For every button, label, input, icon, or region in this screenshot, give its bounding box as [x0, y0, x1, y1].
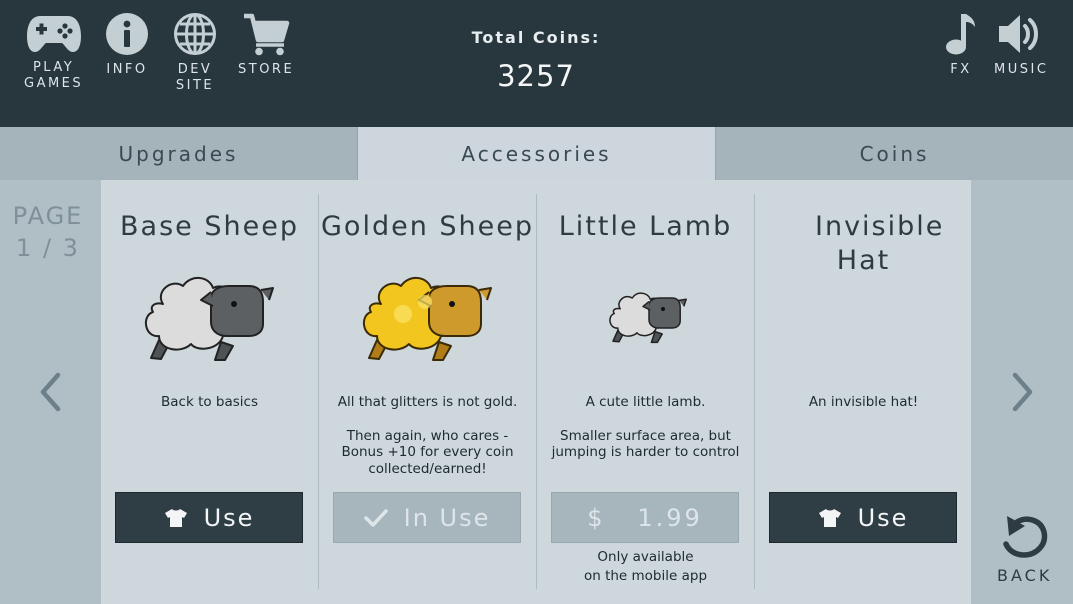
store-tabs: Upgrades Accessories Coins — [0, 127, 1073, 180]
play-games-label: PLAY GAMES — [24, 60, 84, 91]
shirt-icon — [164, 508, 187, 527]
play-games-button[interactable]: PLAY GAMES — [24, 12, 83, 92]
golden-sheep-image — [362, 277, 492, 361]
info-icon — [106, 13, 148, 55]
total-coins: Total Coins: 3257 — [400, 28, 672, 93]
item-name: Golden Sheep — [321, 211, 534, 242]
item-desc-line2: Smaller surface area, but jumping is har… — [551, 427, 740, 461]
coins-title: Total Coins: — [471, 28, 601, 47]
music-button[interactable]: MUSIC — [994, 12, 1048, 78]
item-invisible-hat: Invisible Hat An invisible hat! Use — [755, 192, 972, 602]
price-label: $ 1.99 — [587, 503, 703, 532]
chevron-right-icon[interactable] — [1009, 370, 1037, 414]
info-button[interactable]: INFO — [105, 12, 149, 78]
globe-icon — [174, 13, 216, 55]
checkmark-icon — [363, 508, 388, 527]
page-indicator: PAGE 1 / 3 — [0, 200, 96, 264]
item-golden-sheep: Golden Sheep All that glitters is not go… — [319, 192, 536, 602]
page-label: PAGE — [12, 202, 84, 230]
lamb-image — [609, 292, 687, 344]
item-description: A cute little lamb. Smaller surface area… — [547, 394, 744, 461]
store-button[interactable]: STORE — [238, 12, 294, 78]
item-base-sheep: Base Sheep Back to basics Use — [101, 192, 318, 602]
item-description: Back to basics — [111, 394, 308, 411]
shirt-icon — [818, 508, 841, 527]
music-note-icon — [946, 14, 975, 55]
music-label: MUSIC — [994, 62, 1049, 77]
info-label: INFO — [106, 62, 148, 77]
in-use-label: In Use — [403, 503, 491, 532]
item-desc-line1: All that glitters is not gold. — [337, 394, 518, 410]
availability-note: Only available on the mobile app — [537, 548, 754, 586]
fx-label: FX — [950, 62, 972, 77]
white-sheep-image — [144, 277, 274, 361]
gamepad-icon — [26, 16, 81, 52]
fx-button[interactable]: FX — [944, 12, 978, 78]
item-little-lamb: Little Lamb A cute little lamb. Smaller … — [537, 192, 754, 602]
item-desc-line2: Then again, who cares - Bonus +10 for ev… — [341, 427, 514, 477]
tab-accessories[interactable]: Accessories — [358, 127, 716, 180]
item-desc-line1: Back to basics — [161, 394, 258, 410]
undo-arrow-icon — [1002, 516, 1047, 558]
in-use-button: In Use — [333, 492, 521, 543]
back-label: BACK — [997, 566, 1053, 585]
use-button-label: Use — [203, 503, 255, 532]
availability-line2: on the mobile app — [583, 568, 708, 584]
item-desc-line1: An invisible hat! — [808, 394, 919, 410]
dev-site-label: DEV SITE — [175, 62, 215, 93]
item-name: Base Sheep — [120, 211, 299, 242]
item-name: Invisible Hat — [815, 211, 945, 276]
tab-upgrades[interactable]: Upgrades — [0, 127, 358, 180]
price-button[interactable]: $ 1.99 — [551, 492, 739, 543]
use-button[interactable]: Use — [769, 492, 957, 543]
store-label: STORE — [238, 62, 295, 77]
cart-icon — [244, 13, 290, 56]
back-button[interactable]: BACK — [997, 512, 1052, 585]
item-name: Little Lamb — [558, 211, 733, 242]
top-bar: PLAY GAMES INFO DEV SITE STORE Total Coi… — [0, 0, 1073, 127]
item-description: An invisible hat! — [765, 394, 962, 411]
left-sidebar: PAGE 1 / 3 — [0, 180, 101, 604]
tab-coins[interactable]: Coins — [716, 127, 1073, 180]
use-button-label: Use — [857, 503, 909, 532]
item-desc-line1: A cute little lamb. — [585, 394, 706, 410]
item-description: All that glitters is not gold. Then agai… — [329, 394, 526, 477]
availability-line1: Only available — [597, 549, 694, 565]
items-panel: Base Sheep Back to basics Use Golden She… — [101, 180, 971, 604]
page-value: 1 / 3 — [16, 234, 80, 262]
use-button[interactable]: Use — [115, 492, 303, 543]
dev-site-button[interactable]: DEV SITE — [173, 12, 217, 94]
speaker-icon — [999, 15, 1039, 53]
coins-value: 3257 — [497, 59, 575, 93]
chevron-left-icon[interactable] — [36, 370, 64, 414]
